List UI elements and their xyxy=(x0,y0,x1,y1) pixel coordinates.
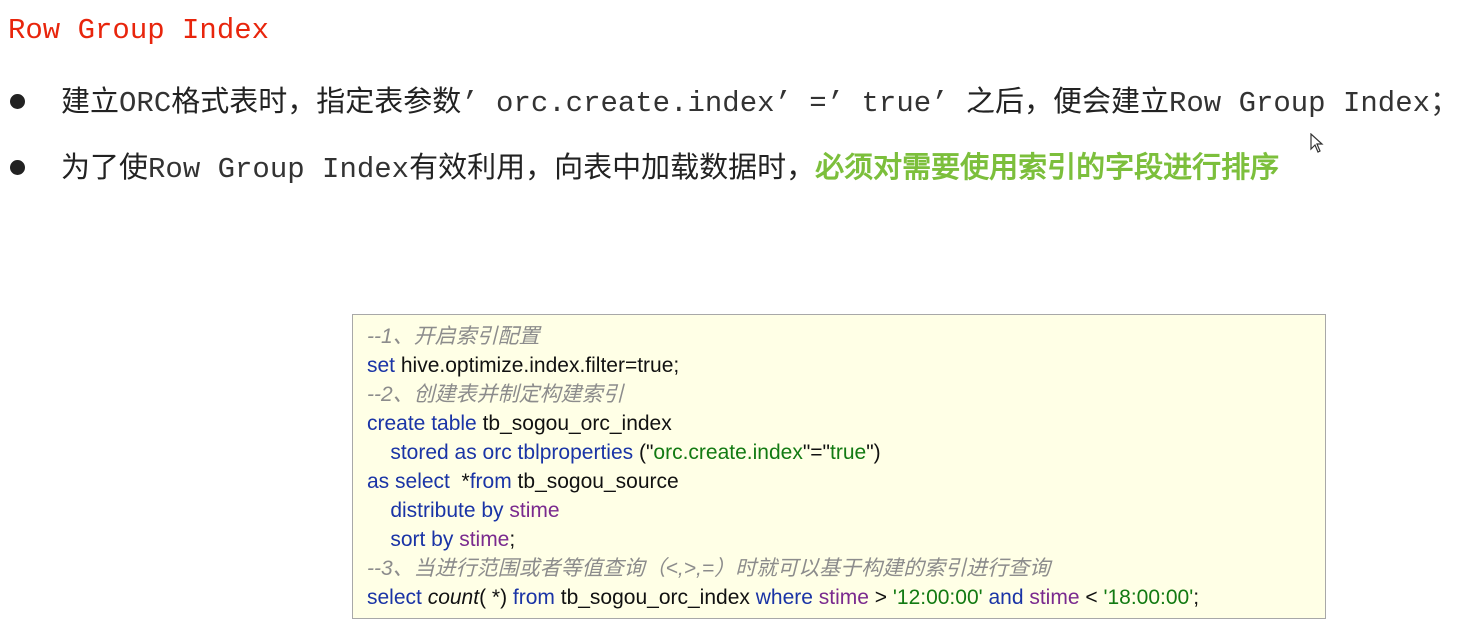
mouse-pointer-icon xyxy=(1310,133,1324,153)
b1-mono-2: ’ orc.create.index’ =’ true’ xyxy=(461,87,966,120)
code-block: --1、开启索引配置 set hive.optimize.index.filte… xyxy=(352,314,1326,619)
code-text: tb_sogou_orc_index xyxy=(476,412,672,435)
b2-mono-1: Row Group Index xyxy=(148,153,410,186)
b1-text-1: 建立 xyxy=(61,84,120,118)
code-line-2: set hive.optimize.index.filter=true; xyxy=(367,351,1325,380)
code-text: < xyxy=(1079,586,1104,609)
code-text: ( *) xyxy=(479,586,513,609)
code-text: * xyxy=(449,470,470,493)
code-text: ; xyxy=(509,528,516,551)
code-text: hive.optimize.index.filter=true; xyxy=(395,354,680,377)
b2-text-2: 有效利用，向表中加载数据时， xyxy=(409,150,816,184)
code-column: stime xyxy=(812,586,869,609)
b1-text-2: 格式表时，指定表参数 xyxy=(171,84,462,118)
code-text: tb_sogou_orc_index xyxy=(554,586,756,609)
b1-mono-1: ORC xyxy=(119,87,172,120)
code-text: ; xyxy=(1193,586,1200,609)
kw-stored-as: stored as orc tblproperties xyxy=(367,441,634,464)
kw-distribute-by: distribute by xyxy=(367,499,504,522)
code-line-7: distribute by stime xyxy=(367,496,1325,525)
code-column: stime xyxy=(503,499,560,522)
bullet-dot-icon xyxy=(10,93,25,109)
b2-highlight: 必须对需要使用索引的字段进行排序 xyxy=(815,150,1280,184)
code-column: stime xyxy=(1023,586,1080,609)
code-text: > xyxy=(868,586,893,609)
bullet-item-2: 为了使Row Group Index有效利用，向表中加载数据时，必须对需要使用索… xyxy=(10,144,1279,186)
bullet-item-1: 建立ORC格式表时，指定表参数’ orc.create.index’ =’ tr… xyxy=(10,78,1459,120)
code-line-5: stored as orc tblproperties ("orc.create… xyxy=(367,438,1325,467)
code-line-10: select count( *) from tb_sogou_orc_index… xyxy=(367,583,1325,612)
kw-as-select: as select xyxy=(367,470,450,493)
bullet-dot-icon xyxy=(10,159,25,175)
kw-select: select xyxy=(367,586,422,609)
code-string: '18:00:00' xyxy=(1103,586,1194,609)
kw-and: and xyxy=(982,586,1024,609)
kw-sort-by: sort by xyxy=(367,528,454,551)
kw-where: where xyxy=(755,586,813,609)
code-text: ") xyxy=(866,441,881,464)
b2-text-1: 为了使 xyxy=(61,150,149,184)
code-text: tb_sogou_source xyxy=(511,470,679,493)
code-function: count xyxy=(421,586,480,609)
kw-set: set xyxy=(367,354,396,377)
kw-create-table: create table xyxy=(367,412,477,435)
code-text: (" xyxy=(633,441,654,464)
code-comment-1: --1、开启索引配置 xyxy=(367,325,540,348)
code-string: orc.create.index xyxy=(653,441,803,464)
code-string: true xyxy=(830,441,867,464)
code-line-8: sort by stime; xyxy=(367,525,1325,554)
code-column: stime xyxy=(453,528,510,551)
kw-from: from xyxy=(512,586,555,609)
code-line-4: create table tb_sogou_orc_index xyxy=(367,409,1325,438)
code-comment-3: --3、当进行范围或者等值查询（<,>,=）时就可以基于构建的索引进行查询 xyxy=(367,557,1051,580)
b1-text-3: 之后，便会建立 xyxy=(965,84,1169,118)
kw-from: from xyxy=(469,470,512,493)
code-comment-2: --2、创建表并制定构建索引 xyxy=(367,383,624,406)
code-string: '12:00:00' xyxy=(892,586,983,609)
b1-mono-3: Row Group Index； xyxy=(1168,87,1459,120)
code-text: "=" xyxy=(802,441,831,464)
page-title: Row Group Index xyxy=(8,14,270,47)
code-line-6: as select *from tb_sogou_source xyxy=(367,467,1325,496)
